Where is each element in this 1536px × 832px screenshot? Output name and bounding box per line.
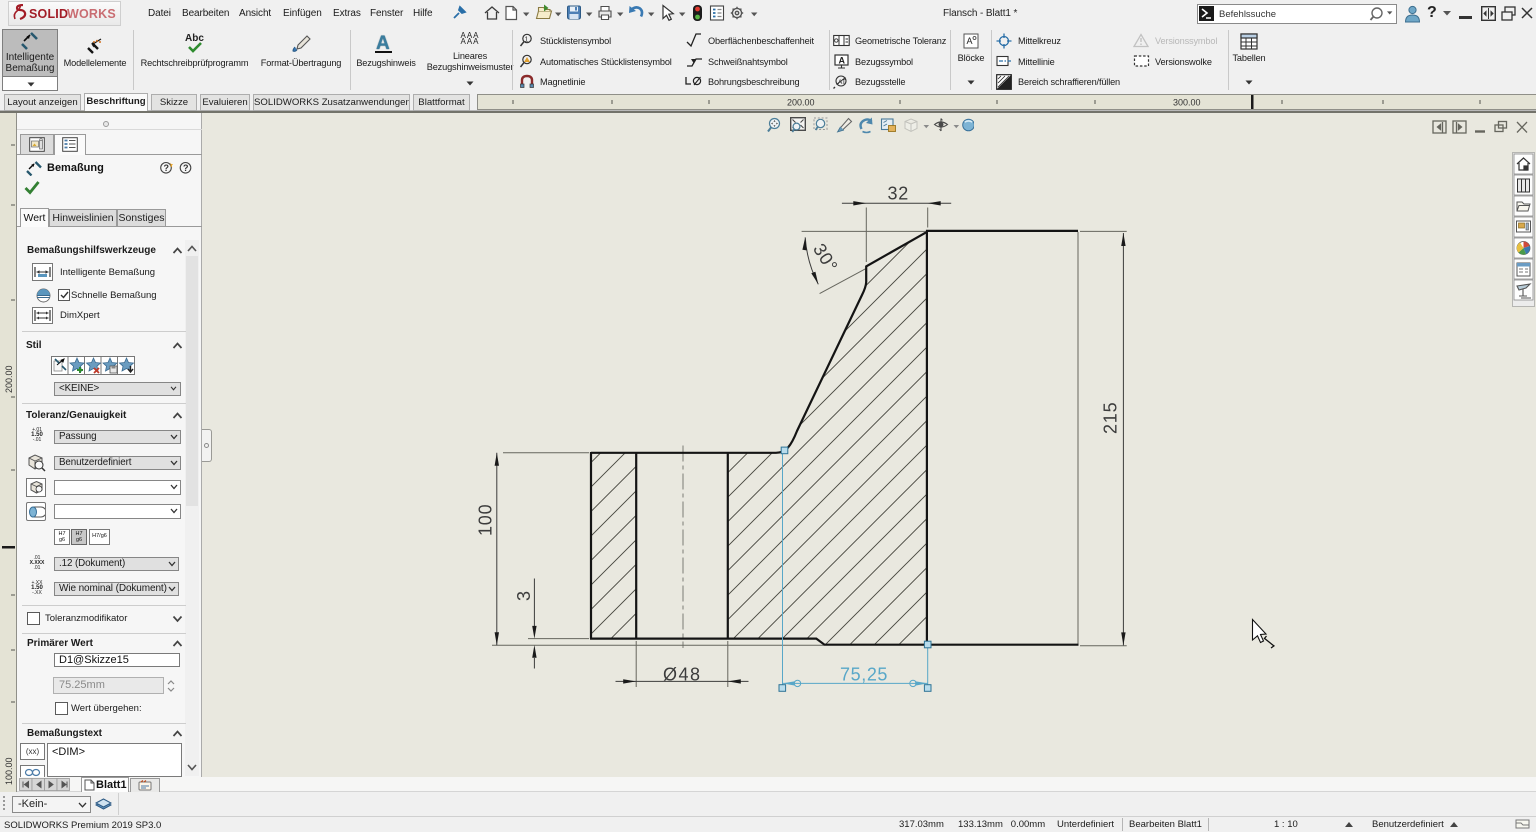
svg-text:SOLID: SOLID — [29, 7, 68, 21]
svg-text:WORKS: WORKS — [67, 7, 116, 21]
svg-text:A: A — [839, 56, 846, 66]
svg-text:300.00: 300.00 — [1173, 98, 1201, 108]
svg-text:100.00: 100.00 — [4, 757, 14, 785]
svg-text:?: ? — [164, 163, 170, 173]
svg-text:200.00: 200.00 — [4, 365, 14, 393]
svg-text:AT: AT — [838, 79, 846, 86]
svg-text:200.00: 200.00 — [787, 98, 815, 108]
svg-text:A: A — [967, 36, 973, 46]
svg-text:?: ? — [183, 163, 189, 173]
svg-text:1: 1 — [525, 37, 529, 44]
